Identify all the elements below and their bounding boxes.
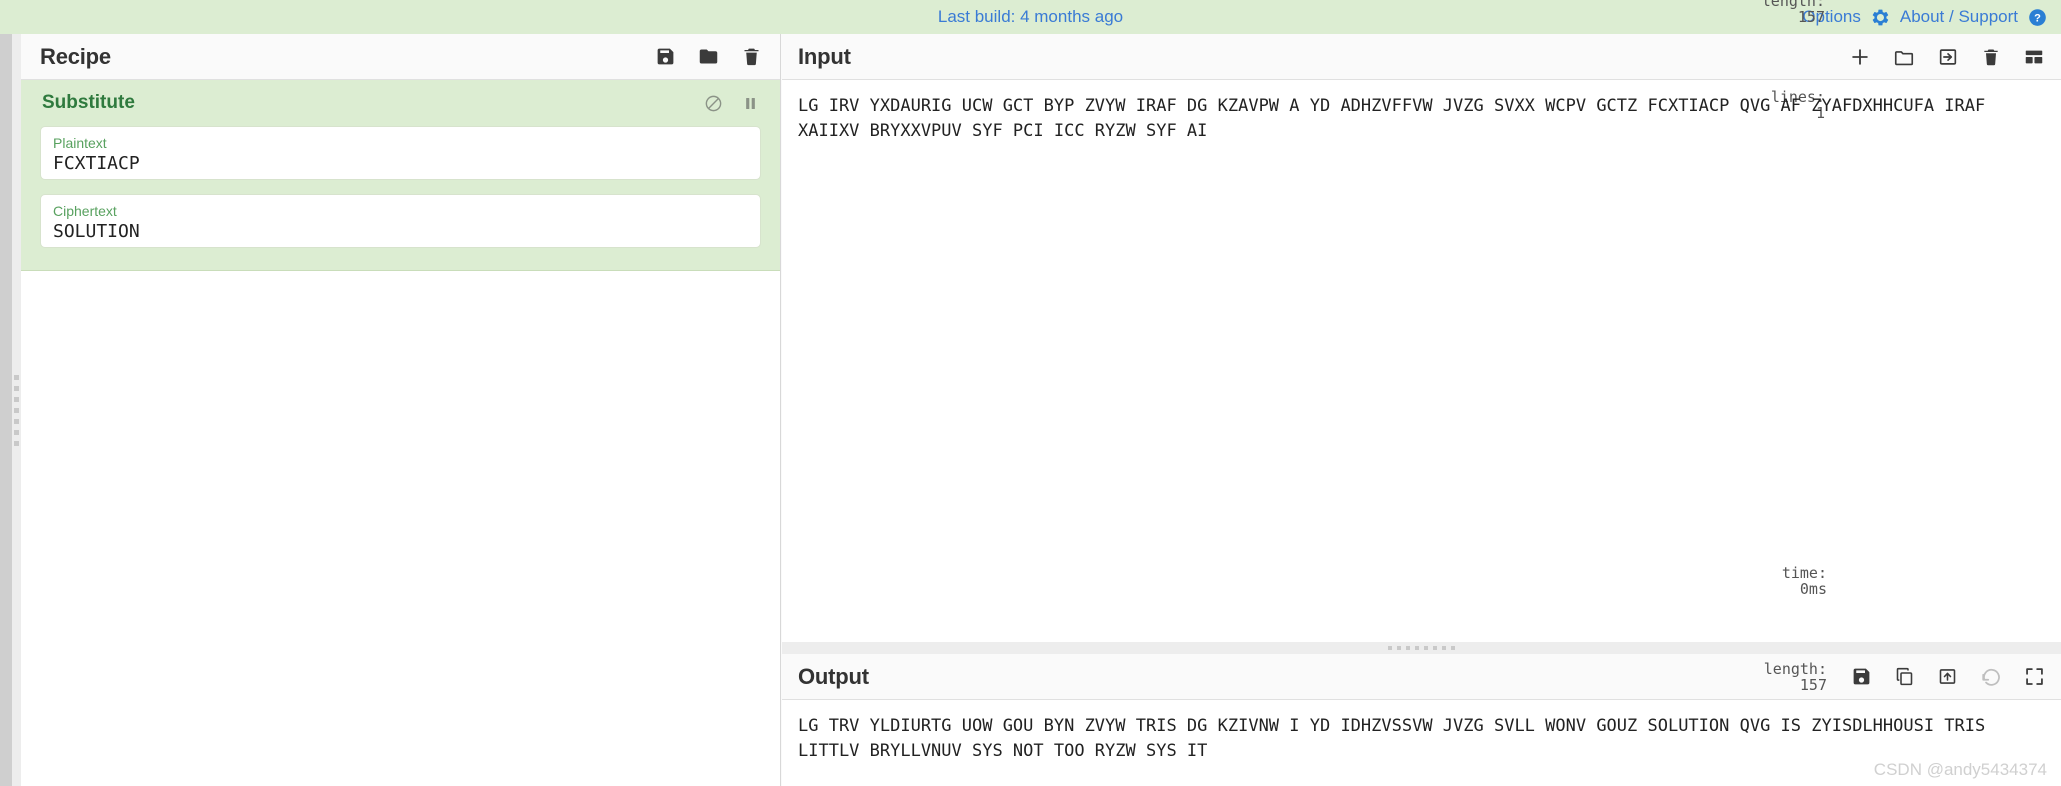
splitter-dot [1424,646,1428,650]
splitter-dot [1415,646,1419,650]
io-splitter-handle[interactable] [782,642,2061,654]
output-time-stat: time: 0ms [1655,549,1827,613]
input-length-stat: length: 157 [1653,0,1825,41]
ciphertext-field[interactable]: Ciphertext SOLUTION [40,194,761,248]
operation-arguments: Plaintext FCXTIACP Ciphertext SOLUTION [21,126,780,248]
plus-icon[interactable] [1849,46,1871,68]
recipe-title-bar: Recipe [21,34,780,80]
input-actions [1849,46,2045,68]
input-title-bar: Input length: 157 lines: 1 [782,0,2061,121]
output-length-value: 157 [1799,675,1827,694]
pause-icon[interactable] [741,94,760,113]
banner-right-links: Options About / Support ? [1802,0,2047,34]
cyberchef-app: Last build: 4 months ago Options About /… [0,0,2061,786]
grip-dot [14,407,19,413]
floppy-disk-icon[interactable] [1851,666,1872,687]
io-column: Input length: 157 lines: 1 LG IRV YXDAUR… [782,0,2061,786]
grip-dot [14,385,19,391]
ciphertext-label: Ciphertext [53,203,117,219]
left-edge-bar [0,34,12,786]
import-icon[interactable] [1937,46,1959,68]
input-panel: Input length: 157 lines: 1 LG IRV YXDAUR… [782,0,2061,642]
splitter-dot [1451,646,1455,650]
input-textarea[interactable]: LG IRV YXDAURIG UCW GCT BYP ZVYW IRAF DG… [782,80,2061,642]
recipe-panel: Recipe Substitute Plaintext FCXTIACP Cip… [21,34,781,786]
operation-header: Substitute [21,80,780,126]
output-title-bar: Output time: 0ms length: 157 lines: 1 [782,565,2061,786]
output-title: Output [798,663,869,689]
ciphertext-value: SOLUTION [53,221,140,242]
question-circle-icon[interactable]: ? [2028,8,2047,27]
grid-layout-icon[interactable] [2023,46,2045,68]
plaintext-field[interactable]: Plaintext FCXTIACP [40,126,761,180]
grip-dot [14,418,19,424]
input-length-value: 157 [1797,7,1825,26]
input-title: Input [798,43,851,69]
splitter-dot [1406,646,1410,650]
gear-icon[interactable] [1871,8,1890,27]
expand-icon[interactable] [2024,666,2045,687]
grip-dot [14,429,19,435]
trash-icon[interactable] [741,46,762,67]
recipe-actions [655,46,762,67]
splitter-dot [1397,646,1401,650]
folder-icon[interactable] [1893,46,1915,68]
operation-actions [704,94,760,113]
trash-icon[interactable] [1981,47,2001,67]
folder-icon[interactable] [698,46,719,67]
svg-text:?: ? [2034,12,2041,24]
output-panel: Output time: 0ms length: 157 lines: 1 [782,565,2061,786]
grip-dot [14,374,19,380]
output-actions [1851,666,2045,688]
last-build-text: Last build: 4 months ago [937,7,1124,26]
recipe-pane-resize-handle[interactable] [12,34,21,786]
grip-dot [14,396,19,402]
splitter-dot [1433,646,1437,650]
operation-title: Substitute [42,92,135,113]
plaintext-label: Plaintext [53,135,107,151]
splitter-dot [1388,646,1392,650]
floppy-disk-icon[interactable] [655,46,676,67]
recipe-operation-substitute[interactable]: Substitute Plaintext FCXTIACP Ciphertext… [21,80,780,271]
recipe-title: Recipe [40,43,111,69]
about-support-link[interactable]: About / Support [1900,7,2018,27]
plaintext-value: FCXTIACP [53,153,140,174]
output-time-value: 0ms [1799,579,1827,598]
grip-dot [14,440,19,446]
recipe-operation-list[interactable]: Substitute Plaintext FCXTIACP Ciphertext… [21,80,780,786]
output-length-stat: length: 157 [1655,645,1827,709]
splitter-dot [1442,646,1446,650]
undo-icon[interactable] [1980,666,2002,688]
output-textarea[interactable]: LG TRV YLDIURTG UOW GOU BYN ZVYW TRIS DG… [782,700,2061,786]
copy-icon[interactable] [1894,666,1915,687]
ban-circle-icon[interactable] [704,94,723,113]
export-up-icon[interactable] [1937,666,1958,687]
